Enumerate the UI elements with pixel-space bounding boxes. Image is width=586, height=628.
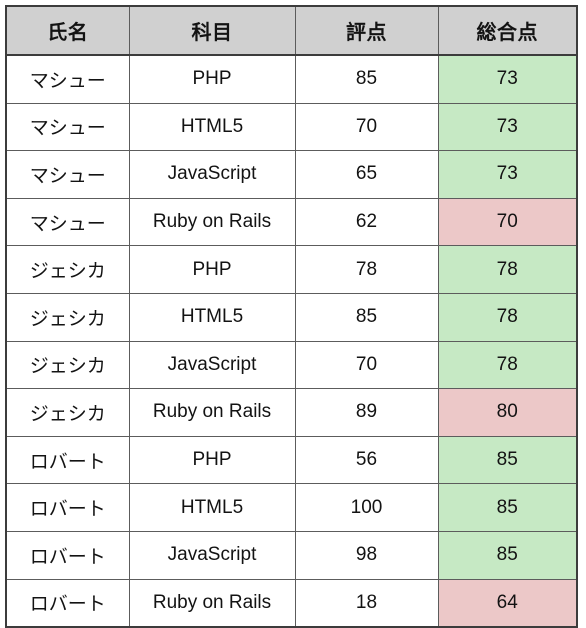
table-row: マシュー PHP 85 73 [5,54,578,104]
cell-total: 85 [437,435,578,485]
cell-total: 73 [437,102,578,152]
cell-total: 73 [437,150,578,199]
cell-total: 78 [437,292,578,342]
cell-total: 80 [437,388,578,437]
cell-score: 70 [294,340,439,390]
cell-score: 56 [294,435,439,485]
cell-name: ジェシカ [5,292,130,342]
cell-score: 89 [294,388,439,437]
cell-name: ジェシカ [5,340,130,390]
cell-name: ロバート [5,435,130,485]
cell-name: ジェシカ [5,245,130,294]
table-row: ロバート JavaScript 98 85 [5,530,578,580]
cell-total: 85 [437,483,578,532]
cell-name: マシュー [5,150,130,199]
cell-name: ロバート [5,483,130,532]
cell-total: 78 [437,340,578,390]
table-row: ロバート PHP 56 85 [5,435,578,485]
table-header: 氏名 科目 評点 総合点 [5,5,578,56]
cell-subject: JavaScript [128,530,296,580]
table-row: マシュー JavaScript 65 73 [5,150,578,199]
table-row: ジェシカ JavaScript 70 78 [5,340,578,390]
cell-name: マシュー [5,102,130,152]
table-row: ロバート HTML5 100 85 [5,483,578,532]
cell-score: 70 [294,102,439,152]
cell-subject: HTML5 [128,102,296,152]
cell-subject: HTML5 [128,292,296,342]
cell-total: 70 [437,197,578,247]
cell-subject: PHP [128,54,296,104]
column-header-name: 氏名 [5,5,130,56]
table-body: マシュー PHP 85 73 マシュー HTML5 70 73 マシュー JavaScript 65… [5,54,578,628]
cell-name: ロバート [5,530,130,580]
table-row: マシュー HTML5 70 73 [5,102,578,152]
cell-score: 78 [294,245,439,294]
column-header-subject: 科目 [128,5,296,56]
cell-subject: JavaScript [128,150,296,199]
cell-subject: Ruby on Rails [128,388,296,437]
cell-score: 62 [294,197,439,247]
grades-table-container: 氏名 科目 評点 総合点 マシュー PHP 85 73 マシュー HTML5 70 73 マシュ… [5,5,578,628]
table-row: ジェシカ Ruby on Rails 89 80 [5,388,578,437]
table-header-row: 氏名 科目 評点 総合点 [5,5,578,56]
cell-score: 85 [294,292,439,342]
column-header-total: 総合点 [437,5,578,56]
table-row: ジェシカ PHP 78 78 [5,245,578,294]
grades-table: 氏名 科目 評点 総合点 マシュー PHP 85 73 マシュー HTML5 70 73 マシュ… [5,5,578,628]
cell-subject: PHP [128,245,296,294]
cell-score: 98 [294,530,439,580]
cell-subject: HTML5 [128,483,296,532]
cell-score: 65 [294,150,439,199]
table-row: マシュー Ruby on Rails 62 70 [5,197,578,247]
cell-subject: Ruby on Rails [128,197,296,247]
cell-name: マシュー [5,54,130,104]
column-header-score: 評点 [294,5,439,56]
cell-total: 73 [437,54,578,104]
cell-subject: JavaScript [128,340,296,390]
cell-total: 78 [437,245,578,294]
cell-score: 85 [294,54,439,104]
cell-name: マシュー [5,197,130,247]
cell-total: 85 [437,530,578,580]
cell-score: 100 [294,483,439,532]
cell-subject: PHP [128,435,296,485]
cell-name: ジェシカ [5,388,130,437]
table-row: ジェシカ HTML5 85 78 [5,292,578,342]
